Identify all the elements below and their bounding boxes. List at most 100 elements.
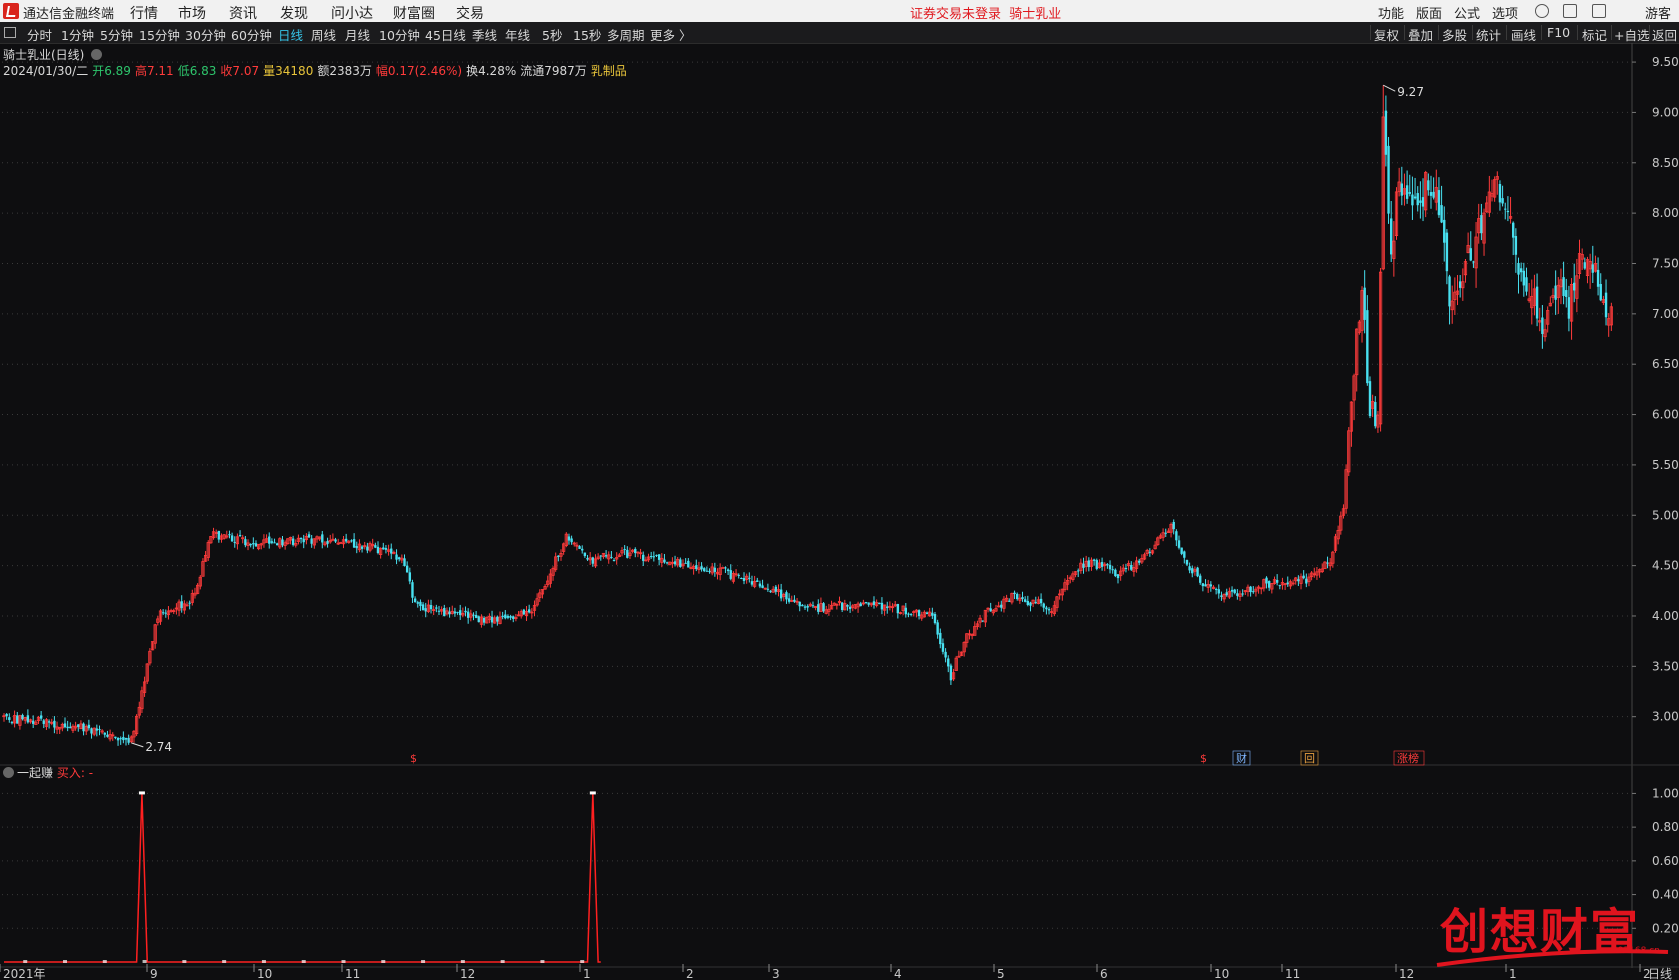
event-marker: $ [410,752,417,765]
candle-body [456,611,459,613]
candle-body [302,538,305,543]
candle-body [124,737,128,740]
candle-body [769,590,772,593]
candle-body [798,601,801,607]
candle-body [1305,578,1308,584]
candle-body [811,605,815,607]
candle-body [496,616,499,622]
candle-body [989,608,992,612]
candle-body [1225,592,1228,596]
candle-body [872,601,876,605]
indicator-dot [222,960,227,963]
stock-title-dropdown-icon[interactable] [91,49,103,60]
indicator-dot [142,960,147,963]
candle-body [1164,532,1167,534]
candle-body [1267,581,1271,588]
candle-body [275,543,279,546]
candle-body [981,620,984,622]
candle-body [567,536,571,541]
candle-body [742,578,746,581]
candle-body [936,622,939,635]
price-tick-label: 7.50 [1652,256,1679,270]
event-markers: $ $ 财 回 涨榜 [410,750,1425,766]
candle-body [724,567,727,569]
candle-body [886,606,889,608]
stock-title[interactable]: 骑士乳业(日线) [3,46,103,63]
candle-body [1427,180,1430,191]
candle-body [750,581,754,585]
candle-body [1517,263,1520,275]
candle-body [1591,264,1594,273]
candle-body [1366,310,1369,384]
candle-body [947,658,950,667]
quote-sector[interactable]: 乳制品 [591,64,627,78]
kline-chart[interactable]: 9.50 9.00 8.50 8.00 7.50 7.00 6.50 6.00 5.50 5.00… [0,0,1679,980]
candle-body [464,610,467,613]
candle-body [726,569,730,572]
candle-body [626,549,629,558]
candle-body [1535,286,1539,319]
candle-body [254,543,258,547]
candle-body [1191,568,1194,574]
candle-body [504,614,507,619]
candle-body [490,616,494,623]
candle-body [1013,592,1016,595]
candle-body [522,609,526,615]
candle-body [599,555,602,557]
candle-body [1214,588,1218,590]
candle-body [1016,593,1019,600]
candle-body [673,561,677,565]
indicator-tick-label: 0.20 [1652,921,1679,935]
candle-body [506,615,510,618]
candle-body [103,732,106,735]
candle-body [217,530,221,540]
candle-body [1230,589,1234,592]
candle-body [1286,582,1289,585]
candle-body [180,601,183,609]
candle-body [453,611,457,614]
candle-body [228,534,231,536]
time-tick-label: 2 [686,967,694,980]
candle-body [310,538,313,544]
candle-body [1100,562,1104,567]
candle-body [859,603,862,607]
candle-body [16,715,19,724]
candle-body [649,556,653,558]
candle-body [39,715,43,719]
candle-body [307,534,311,538]
candle-body [1199,575,1202,583]
time-tick-label: 10 [257,967,272,980]
candle-body [708,570,711,572]
candle-body [1130,565,1133,570]
candle-body [273,542,276,544]
candle-body [740,577,743,579]
candle-body [1368,381,1372,417]
candle-body [1512,222,1515,238]
candle-body [77,724,80,727]
price-tick-label: 9.50 [1652,55,1679,69]
candle-body [116,737,120,741]
high-marker-line [1383,84,1396,92]
event-marker: 涨榜 [1397,751,1419,765]
candle-body [848,606,852,610]
candle-body [421,604,425,611]
candle-body [188,602,191,604]
candle-body [1419,200,1422,203]
price-tick-label: 8.00 [1652,206,1679,220]
candle-body [411,582,414,598]
candle-body [1411,194,1414,206]
candle-body [1522,270,1526,286]
indicator-dropdown-icon[interactable] [3,767,14,778]
indicator-peak-dot [138,791,145,795]
candle-body [1501,198,1504,204]
indicator-label[interactable]: 一起赚 买入: - [3,764,93,781]
candle-body [501,615,504,618]
candle-body [1252,591,1255,593]
candle-body [1236,593,1239,596]
time-tick-label: 1 [583,967,591,980]
candle-body [1116,574,1120,579]
candle-body [748,577,751,579]
price-tick-label: 4.50 [1652,559,1679,573]
candle-body [1233,589,1236,594]
candle-body [98,729,101,731]
